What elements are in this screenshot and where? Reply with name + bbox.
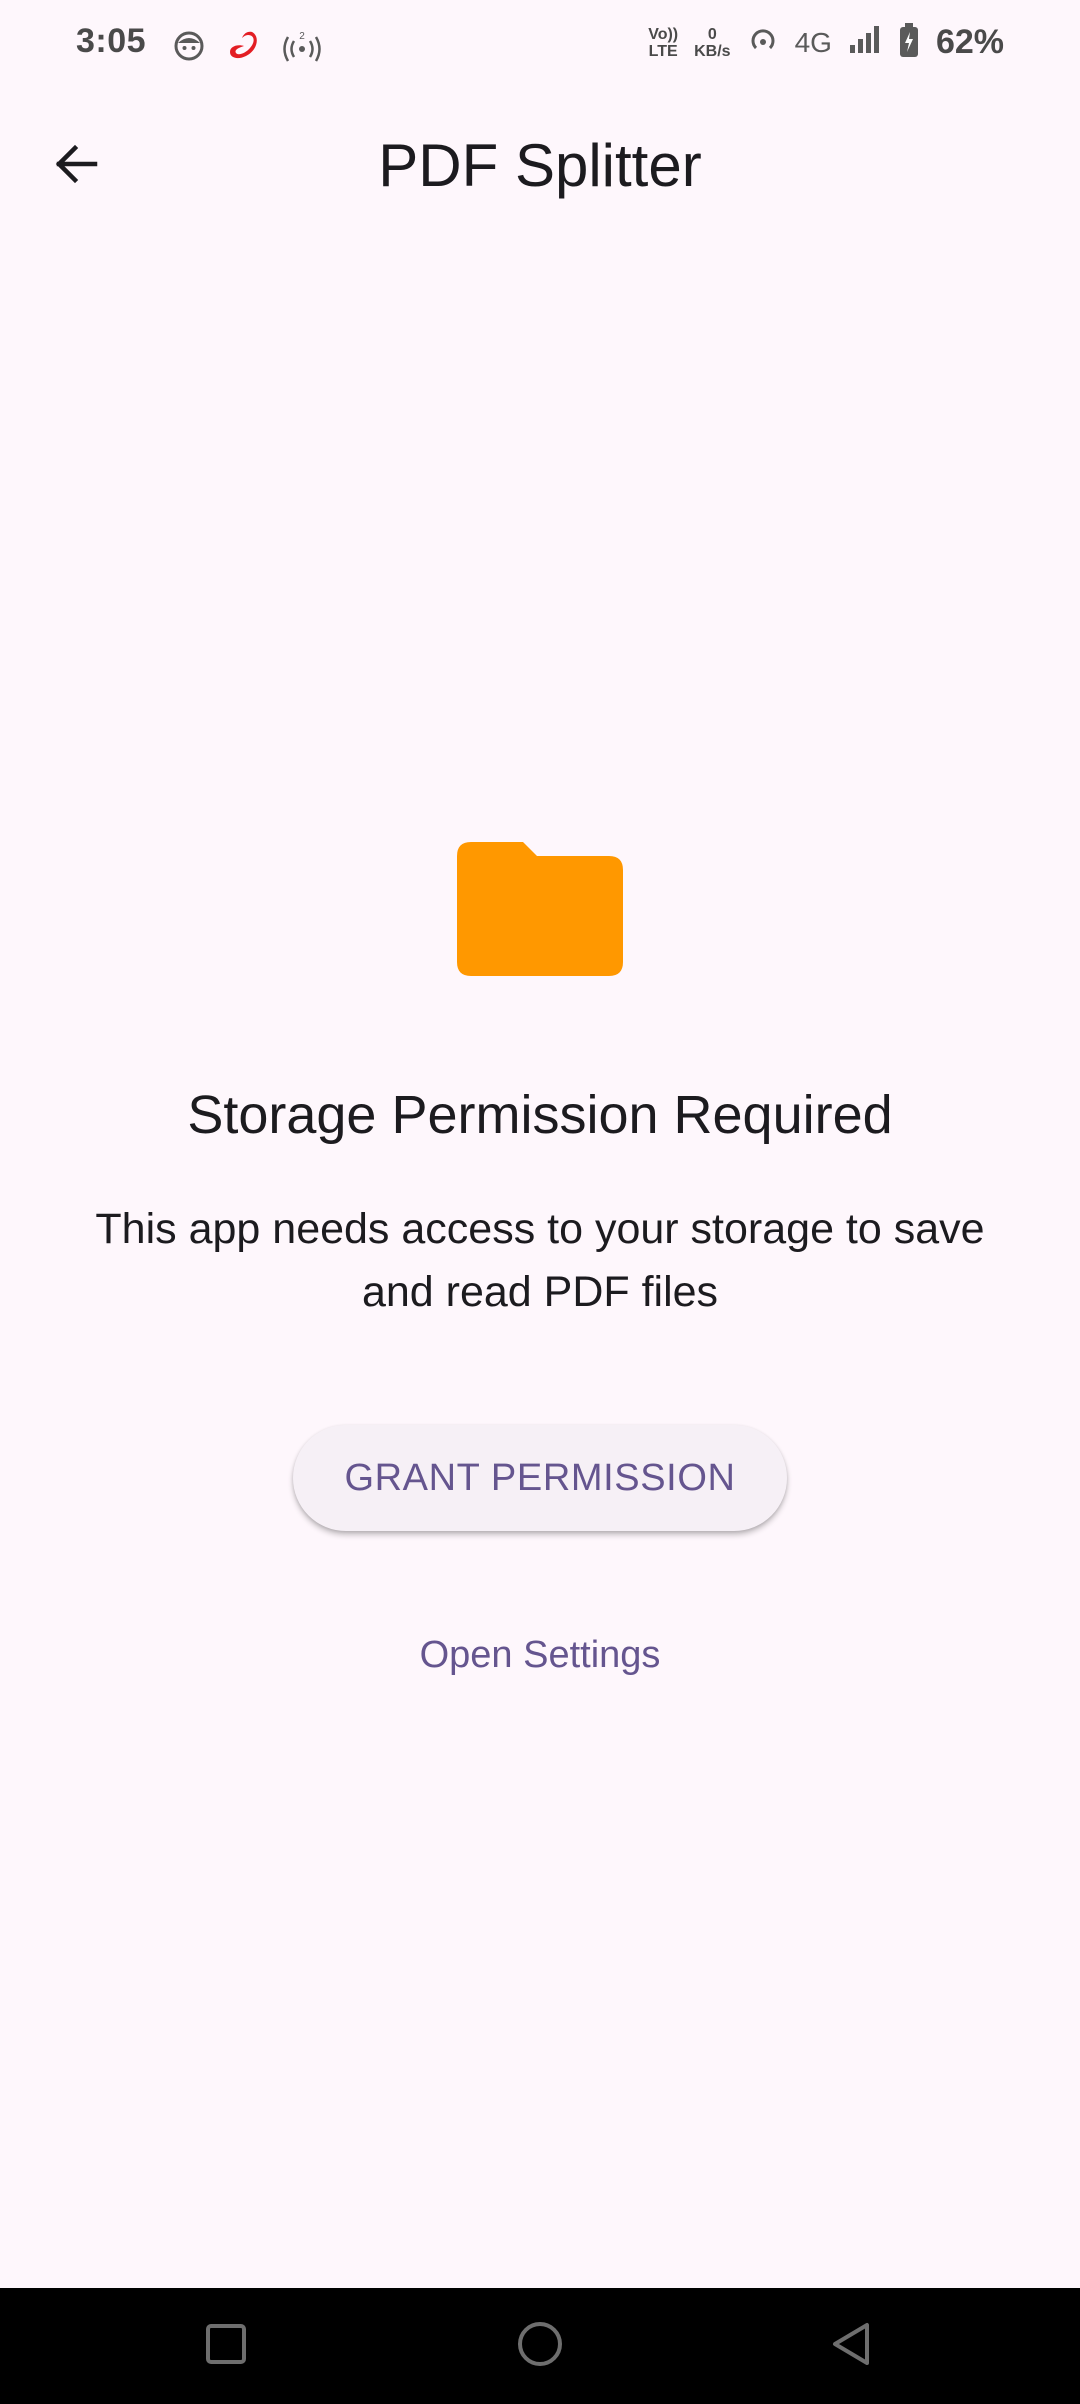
recents-icon <box>204 2322 248 2371</box>
app-bar: PDF Splitter <box>0 110 1080 220</box>
permission-description: This app needs access to your storage to… <box>95 1205 985 1316</box>
permission-title: Storage Permission Required <box>187 1085 893 1145</box>
airtel-icon <box>224 26 264 71</box>
home-button[interactable] <box>510 2316 570 2376</box>
status-notification-icons: 2 <box>172 26 322 71</box>
battery-percentage: 62% <box>935 23 1004 61</box>
battery-icon <box>898 22 920 63</box>
signal-bars-icon <box>848 23 882 62</box>
recents-button[interactable] <box>196 2316 256 2376</box>
network-type: 4G <box>794 26 832 58</box>
status-bar: 3:05 2 Vo)) LTE 0 KB/s 4G 62% <box>0 0 1080 90</box>
status-time: 3:05 <box>76 22 147 60</box>
open-settings-button[interactable]: Open Settings <box>0 1630 1080 1680</box>
grant-permission-button[interactable]: GRANT PERMISSION <box>293 1425 787 1531</box>
folder-icon <box>457 842 623 976</box>
hotspot-icon <box>747 24 779 61</box>
back-icon <box>829 2321 875 2372</box>
status-system-icons: Vo)) LTE 0 KB/s 4G 62% <box>648 22 1004 63</box>
system-back-button[interactable] <box>822 2316 882 2376</box>
navigation-bar <box>0 2288 1080 2404</box>
svg-text:2: 2 <box>299 31 305 42</box>
network-speed: 0 KB/s <box>694 25 731 60</box>
face-icon <box>172 29 206 68</box>
home-icon <box>516 2320 564 2373</box>
signal-broadcast-icon: 2 <box>282 29 322 68</box>
page-title: PDF Splitter <box>378 132 702 199</box>
volte-indicator: Vo)) LTE <box>648 25 679 60</box>
